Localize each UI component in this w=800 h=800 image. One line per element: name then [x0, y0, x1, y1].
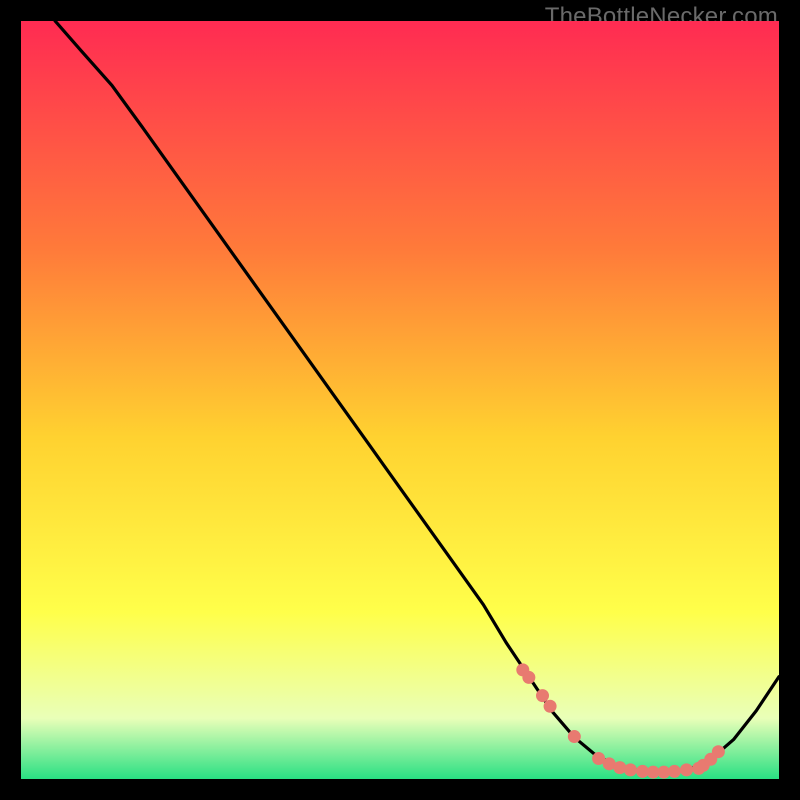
highlight-dot: [544, 700, 557, 713]
highlight-dot: [668, 765, 681, 778]
highlight-dot: [522, 671, 535, 684]
chart-stage: TheBottleNecker.com: [0, 0, 800, 800]
highlight-dot: [568, 730, 581, 743]
highlight-dot: [624, 763, 637, 776]
highlight-dot: [712, 745, 725, 758]
highlight-dot: [680, 763, 693, 776]
bottleneck-plot: [21, 21, 779, 779]
highlight-dot: [536, 689, 549, 702]
gradient-background: [21, 21, 779, 779]
